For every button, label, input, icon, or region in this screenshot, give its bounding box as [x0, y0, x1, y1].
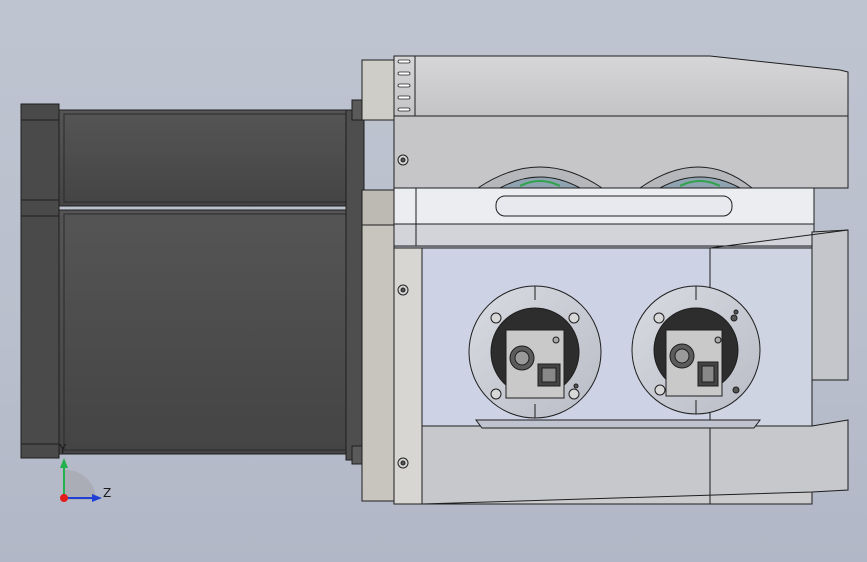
connector-left[interactable]	[468, 285, 602, 419]
coordinate-triad	[60, 458, 102, 502]
connector-right[interactable]	[631, 285, 761, 415]
motor-body	[20, 99, 367, 465]
handle-bar[interactable]	[393, 187, 815, 247]
cad-model-drawing[interactable]	[0, 0, 867, 562]
z-axis-label: Z	[103, 486, 112, 500]
upper-housing	[393, 55, 849, 189]
y-axis-label: Y	[59, 442, 67, 456]
cad-viewport[interactable]: Y Z	[0, 0, 867, 562]
